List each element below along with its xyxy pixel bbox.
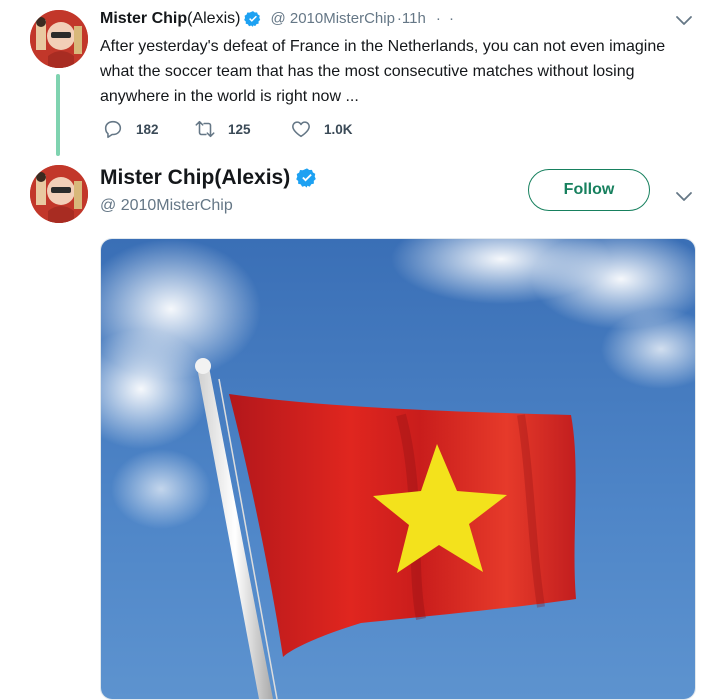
thread-connector-line [56,74,60,156]
reply-icon [104,120,122,139]
author-name-suffix[interactable]: (Alexis) [187,9,240,29]
profile-name-row: Mister Chip(Alexis) [100,166,318,190]
retweet-count: 125 [228,121,251,137]
chevron-down-icon[interactable] [674,10,694,30]
tweet-text: After yesterday's defeat of France in th… [100,38,666,105]
verified-badge-icon [296,168,317,188]
retweet-button[interactable]: 125 [194,118,290,140]
profile-handle[interactable]: @ 2010MisterChip [100,197,233,215]
author-handle[interactable]: @ 2010MisterChip [270,9,394,29]
tweet-timestamp[interactable]: ·11h [397,9,426,29]
chevron-down-icon[interactable] [674,186,694,206]
profile-name[interactable]: Mister Chip(Alexis) [100,166,290,190]
flag-photo [101,239,695,699]
like-button[interactable]: 1.0K [290,118,353,140]
author-name[interactable]: Mister Chip [100,9,187,29]
reply-count: 182 [136,121,159,137]
avatar[interactable] [30,10,88,68]
more-dots: · · [435,10,457,27]
verified-badge-icon [244,11,261,27]
heart-icon [292,121,310,138]
tweet-media-image[interactable] [100,238,696,700]
like-count: 1.0K [324,121,353,137]
tweet-actions: 182 125 1.0K [102,118,353,140]
tweet-header: Mister Chip (Alexis) @ 2010MisterChip ·1… [100,9,456,29]
retweet-icon [195,120,215,138]
reply-button[interactable]: 182 [102,118,194,140]
follow-button[interactable]: Follow [528,169,650,211]
avatar[interactable] [30,165,88,223]
